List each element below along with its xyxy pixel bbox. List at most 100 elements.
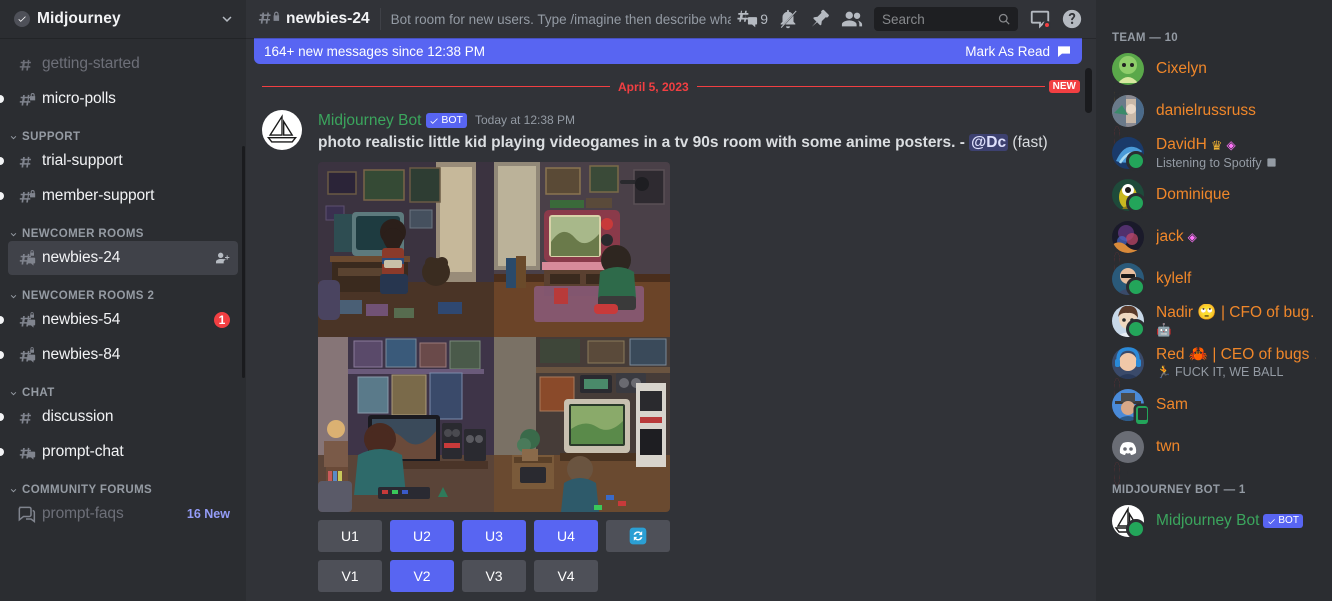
add-member-icon[interactable] <box>214 250 230 266</box>
avatar <box>1112 221 1144 275</box>
member-list-item[interactable]: twn <box>1104 426 1324 485</box>
avatar-art <box>1112 53 1144 85</box>
member-list-item[interactable]: kylelf <box>1104 258 1324 300</box>
inbox-button[interactable] <box>1024 4 1056 34</box>
channel-name: newbies-84 <box>42 346 121 363</box>
sidebar-item-prompt-chat[interactable]: prompt-chat <box>0 435 238 469</box>
mark-as-read-button[interactable]: Mark As Read <box>965 43 1072 59</box>
spotify-icon <box>1267 158 1276 167</box>
threads-button[interactable] <box>731 4 763 34</box>
sidebar-item-discussion[interactable]: discussion <box>0 400 238 434</box>
member-list-item[interactable]: Dominique <box>1104 174 1324 216</box>
member-list-item[interactable]: DavidH ♛ ◈ Listening to Spotify <box>1104 132 1324 174</box>
member-list-toggle-button[interactable] <box>836 4 868 34</box>
member-list-item[interactable]: Midjourney Bot BOT <box>1104 500 1324 542</box>
member-activity: 🤖 <box>1156 323 1316 338</box>
member-info: jack ◈ <box>1156 228 1316 247</box>
unread-indicator <box>0 192 4 200</box>
member-name: Dominique <box>1156 186 1316 205</box>
member-list-item[interactable]: Cixelyn <box>1104 48 1324 107</box>
member-activity: Listening to Spotify <box>1156 156 1316 170</box>
sidebar-item-newbies-54[interactable]: newbies-54 1 <box>0 303 238 337</box>
header-divider <box>379 8 381 30</box>
status-indicator-online <box>1126 519 1146 539</box>
channel-category-support[interactable]: SUPPORT <box>0 117 246 143</box>
avatar[interactable] <box>262 110 302 150</box>
sidebar-item-prompt-faqs[interactable]: prompt-faqs 16 New <box>8 497 238 531</box>
variation-button-V2[interactable]: V2 <box>390 559 454 592</box>
avatar <box>1112 95 1144 149</box>
avatar-art <box>1112 431 1144 463</box>
upscale-button-U2[interactable]: U2 <box>390 519 454 552</box>
channel-list[interactable]: getting-started micro-polls SUPPORT trial-s… <box>0 38 246 601</box>
message-author[interactable]: Midjourney Bot <box>318 110 421 131</box>
sidebar-item-trial-support[interactable]: trial-support <box>0 144 238 178</box>
new-messages-bar[interactable]: 164+ new messages since 12:38 PM Mark As… <box>254 38 1082 64</box>
variation-button-V1[interactable]: V1 <box>318 559 382 592</box>
hash-thread-icon <box>19 446 36 460</box>
sidebar-item-getting-started[interactable]: getting-started <box>8 47 238 81</box>
check-badge-icon <box>14 11 30 27</box>
sidebar-item-newbies-24[interactable]: newbies-24 <box>8 241 238 275</box>
variation-button-V4[interactable]: V4 <box>534 559 598 592</box>
member-info: twn <box>1156 438 1316 457</box>
notification-settings-button[interactable] <box>772 4 804 34</box>
date-divider: April 5, 2023 NEW <box>262 80 1080 94</box>
hash-thread-lock-icon <box>19 312 36 328</box>
search-input[interactable]: Search <box>874 7 1018 31</box>
message-content: photo realistic little kid playing video… <box>318 132 1080 153</box>
message-body: Midjourney Bot BOT Today at 12:38 PM pho… <box>318 110 1080 600</box>
sidebar-item-member-support[interactable]: member-support <box>0 179 238 213</box>
image-tile-2[interactable] <box>494 161 670 337</box>
channel-category-newcomer-rooms[interactable]: NEWCOMER ROOMS <box>0 214 246 240</box>
help-button[interactable] <box>1056 4 1088 34</box>
image-tile-4-art <box>494 336 670 512</box>
avatar <box>1112 137 1146 171</box>
member-list-item[interactable]: Red 🦀 | CEO of bugs … 🏃 FUCK IT, WE BALL <box>1104 342 1324 401</box>
channel-category-community-forums[interactable]: COMMUNITY FORUMS <box>0 470 246 496</box>
category-label: SUPPORT <box>22 131 81 143</box>
image-tile-3[interactable] <box>318 336 494 512</box>
image-tile-1[interactable] <box>318 161 494 337</box>
avatar <box>1112 389 1148 424</box>
user-mention[interactable]: @Dc <box>969 134 1009 152</box>
channel-topic[interactable]: Bot room for new users. Type /imagine th… <box>391 12 732 27</box>
member-name-text: kylelf <box>1156 269 1192 287</box>
channel-category-chat[interactable]: CHAT <box>0 373 246 399</box>
variation-button-V3[interactable]: V3 <box>462 559 526 592</box>
generated-image-grid[interactable] <box>318 161 670 512</box>
hash-thread-lock-icon <box>19 250 36 266</box>
upscale-button-U3[interactable]: U3 <box>462 519 526 552</box>
button-label: U4 <box>557 527 575 544</box>
member-name: Nadir 🙄 | CFO of bug… <box>1156 304 1316 323</box>
member-name: Red 🦀 | CEO of bugs … <box>1156 346 1316 365</box>
image-tile-1-art <box>318 161 494 337</box>
avatar-image <box>1112 347 1144 379</box>
sidebar-item-micro-polls[interactable]: micro-polls <box>0 82 238 116</box>
member-list-item[interactable]: jack ◈ <box>1104 216 1324 275</box>
upscale-button-U4[interactable]: U4 <box>534 519 598 552</box>
divider-line-right <box>696 86 1045 87</box>
member-name: DavidH ♛ ◈ <box>1156 136 1316 155</box>
upscale-button-U1[interactable]: U1 <box>318 519 382 552</box>
category-chevron-icon <box>10 232 17 236</box>
refresh-button[interactable] <box>606 519 670 552</box>
image-tile-4[interactable] <box>494 336 670 512</box>
bot-badge: BOT <box>426 113 467 129</box>
sidebar-item-newbies-84[interactable]: newbies-84 <box>0 338 238 372</box>
channel-name: member-support <box>42 187 155 204</box>
sidebar-scrollbar[interactable] <box>242 146 245 378</box>
message-scrollbar[interactable] <box>1085 68 1092 113</box>
member-name-text: Red 🦀 | CEO of bugs … <box>1156 345 1316 363</box>
server-header[interactable]: Midjourney <box>0 0 246 38</box>
pinned-messages-button[interactable] <box>804 4 836 34</box>
member-name-text: jack <box>1156 227 1184 245</box>
member-list-item[interactable]: Nadir 🙄 | CFO of bug… 🤖 <box>1104 300 1324 342</box>
channel-name: micro-polls <box>42 90 116 107</box>
member-list-item[interactable]: Sam <box>1104 384 1324 426</box>
channel-category-newcomer-rooms-2[interactable]: NEWCOMER ROOMS 2 <box>0 276 246 302</box>
header-actions: 9 Search <box>731 4 1088 34</box>
member-name: danielrussruss <box>1156 102 1316 121</box>
member-list-item[interactable]: danielrussruss <box>1104 90 1324 149</box>
image-tile-2-art <box>494 161 670 337</box>
